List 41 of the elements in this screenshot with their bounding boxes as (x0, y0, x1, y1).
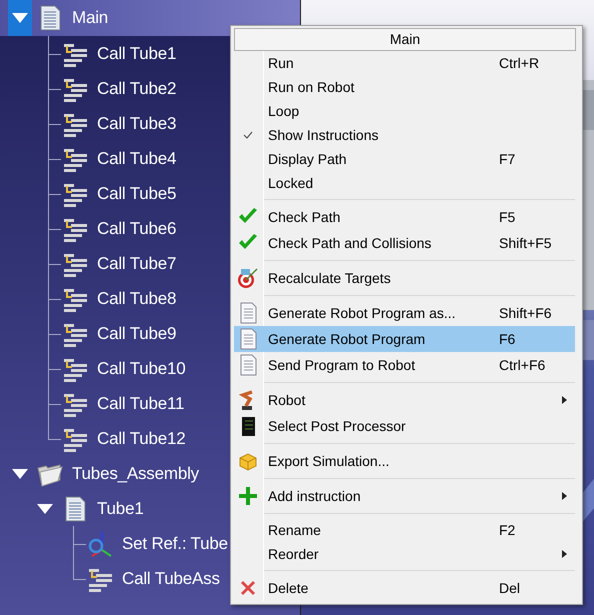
plus-icon (237, 485, 259, 507)
tree-item[interactable]: Call Tube8 (97, 288, 176, 308)
menu-title: Main (234, 28, 576, 51)
menu-item[interactable]: Loop (234, 99, 575, 123)
menu-item[interactable]: Check Path F5 (234, 204, 575, 230)
tree-item[interactable]: Call Tube1 (97, 44, 176, 64)
tree-item[interactable]: Call Tube10 (97, 358, 186, 378)
expand-toggle-icon[interactable] (8, 0, 32, 36)
tree-item[interactable]: Call Tube7 (97, 254, 176, 274)
menu-item[interactable]: Show Instructions (234, 123, 575, 147)
tree-item[interactable]: Set Ref.: Tube (122, 534, 228, 554)
tree-item[interactable]: Call Tube12 (97, 428, 186, 448)
target-icon (237, 267, 259, 289)
tree-item[interactable]: Call Tube3 (97, 114, 176, 134)
menu-item[interactable]: Locked (234, 171, 575, 195)
tree-item[interactable]: Main (72, 8, 108, 28)
tree-item[interactable]: Tubes_Assembly (72, 464, 199, 484)
menu-item[interactable]: Select Post Processor (234, 413, 575, 439)
menu-item[interactable]: Export Simulation... (234, 448, 575, 474)
tree-item[interactable]: Call TubeAss (122, 568, 220, 588)
menu-item[interactable]: Generate Robot Program F6 (234, 326, 575, 352)
menu-item[interactable]: Delete Del (234, 575, 575, 601)
menu-item[interactable]: Rename F2 (234, 518, 575, 542)
menu-item[interactable]: Run Ctrl+R (234, 51, 575, 75)
menu-item[interactable]: Reorder (234, 542, 575, 566)
tree-item[interactable]: Call Tube6 (97, 218, 176, 238)
menu-item[interactable]: Check Path and Collisions Shift+F5 (234, 230, 575, 256)
menu-item[interactable]: Robot (234, 387, 575, 413)
tree-item[interactable]: Call Tube11 (97, 394, 184, 414)
menu-item[interactable]: Recalculate Targets (234, 265, 575, 291)
menu-item[interactable]: Run on Robot (234, 75, 575, 99)
axes-icon (86, 530, 114, 558)
tree-item[interactable]: Call Tube4 (97, 148, 176, 168)
tree-item[interactable]: Call Tube2 (97, 78, 176, 98)
menu-item[interactable]: Add instruction (234, 483, 575, 509)
tree-item[interactable]: Call Tube5 (97, 184, 176, 204)
menu-item[interactable]: Generate Robot Program as... Shift+F6 (234, 300, 575, 326)
tree-item[interactable]: Call Tube9 (97, 324, 176, 344)
menu-item[interactable]: Display Path F7 (234, 147, 575, 171)
menu-item[interactable]: Send Program to Robot Ctrl+F6 (234, 352, 575, 378)
tree-item[interactable]: Tube1 (97, 498, 144, 518)
